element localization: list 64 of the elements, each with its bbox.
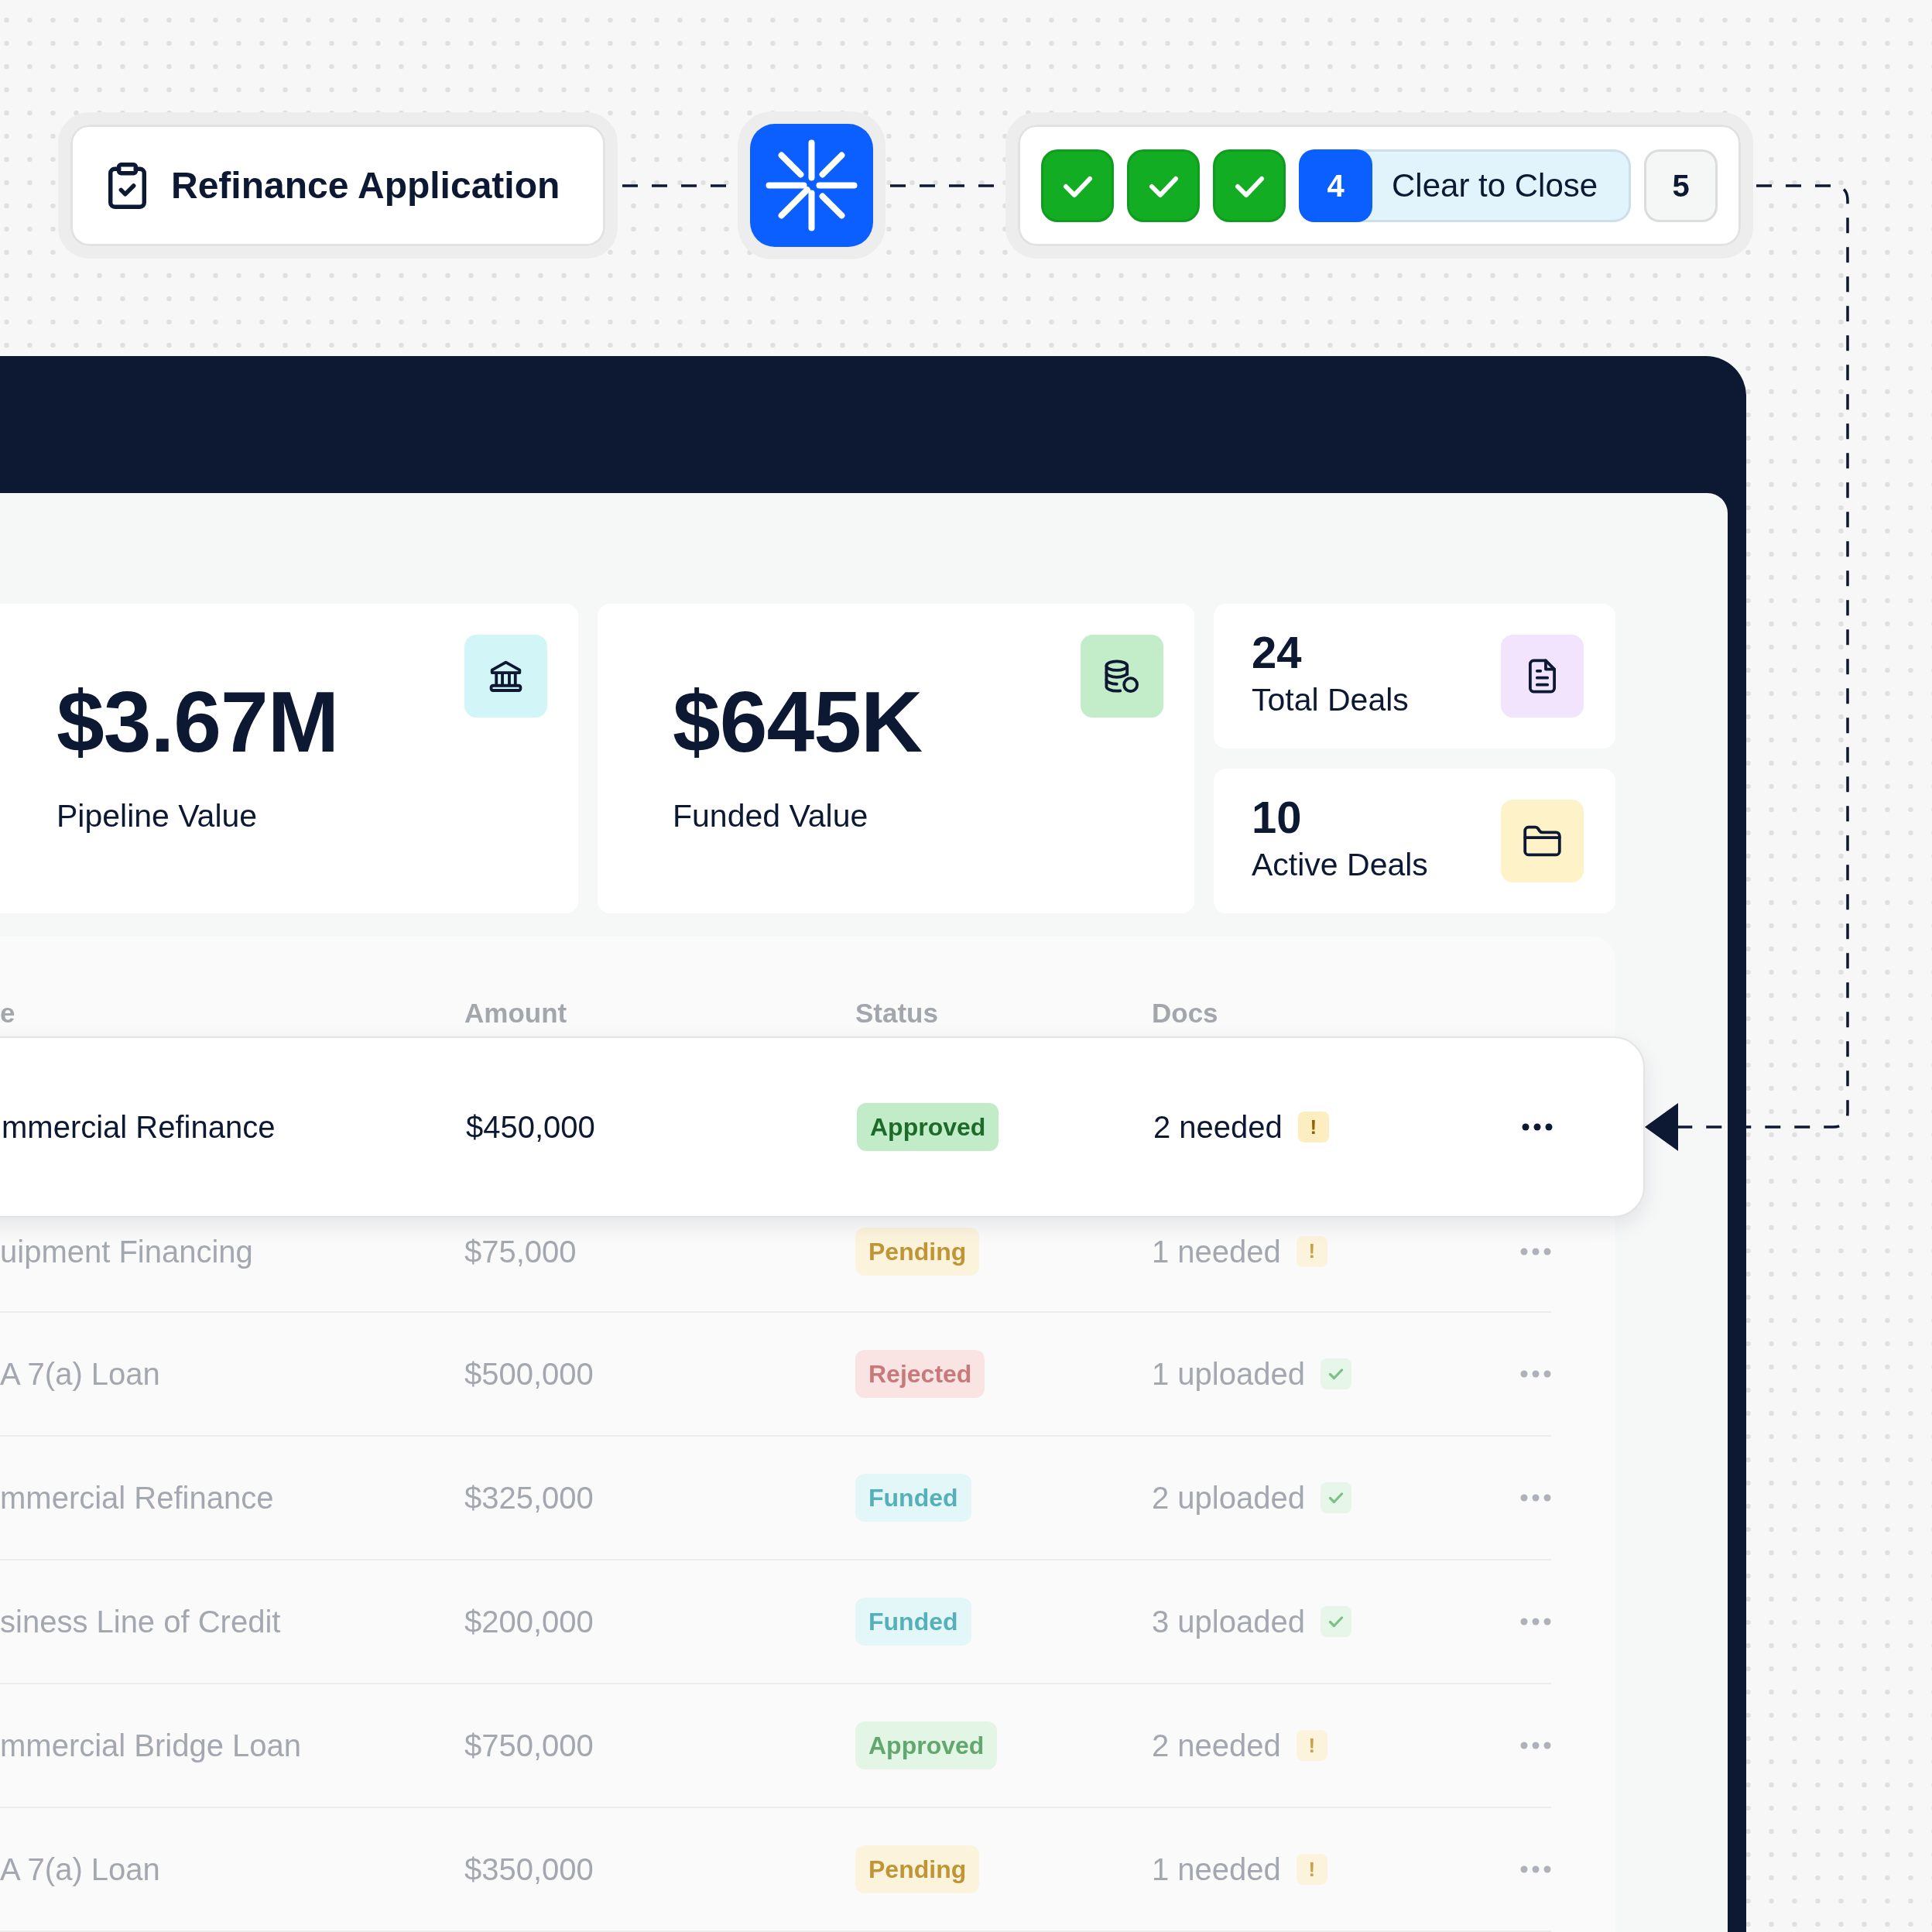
- loan-amount: $500,000: [464, 1356, 594, 1392]
- stat-value: 24: [1252, 630, 1303, 675]
- loan-name: mmercial Refinance: [2, 1109, 276, 1146]
- docs-count: 2 needed: [1152, 1728, 1281, 1764]
- loan-name: uipment Financing: [0, 1233, 253, 1270]
- step-check-icon: [1041, 149, 1114, 222]
- status-badge: Pending: [855, 1845, 980, 1893]
- step-label: Clear to Close: [1391, 166, 1599, 205]
- loan-name: A 7(a) Loan: [0, 1852, 160, 1888]
- table-row[interactable]: mmercial Bridge Loan $750,000 Approved 2 needed !: [0, 1684, 1551, 1808]
- table-row[interactable]: mmercial Refinance $450,000 Approved 2 needed !: [0, 1036, 1645, 1218]
- stat-value: $3.67M: [57, 680, 339, 766]
- column-header: Status: [855, 997, 938, 1029]
- table-row[interactable]: mmercial Refinance $325,000 Funded 2 uploaded: [0, 1437, 1551, 1560]
- stat-value: 10: [1252, 795, 1303, 840]
- warning-badge: !: [1296, 1730, 1327, 1761]
- more-icon[interactable]: [1522, 1123, 1553, 1131]
- stat-label: Pipeline Value: [57, 797, 259, 835]
- status-badge: Approved: [855, 1721, 998, 1769]
- table-row[interactable]: uipment Financing $75,000 Pending 1 needed !: [0, 1218, 1551, 1313]
- loan-amount: $350,000: [464, 1852, 594, 1888]
- table-row[interactable]: siness Line of Credit $200,000 Funded 3 uploaded: [0, 1560, 1551, 1684]
- status-badge: Funded: [855, 1598, 971, 1646]
- docs-count: 2 needed: [1153, 1109, 1283, 1146]
- loan-amount: $750,000: [464, 1728, 594, 1764]
- step-check-icon: [1213, 149, 1286, 222]
- column-header: Amount: [464, 997, 567, 1029]
- docs-count: 1 needed: [1152, 1852, 1281, 1888]
- status-badge: Pending: [855, 1227, 980, 1276]
- clipboard-check-icon: [108, 162, 146, 209]
- burst-logo-icon: [738, 111, 886, 259]
- warning-badge: !: [1296, 1235, 1327, 1267]
- stat-label: Funded Value: [673, 797, 869, 835]
- check-icon: [1320, 1606, 1351, 1637]
- loan-name: mmercial Refinance: [0, 1480, 274, 1516]
- docs-count: 1 needed: [1152, 1233, 1281, 1270]
- loan-name: A 7(a) Loan: [0, 1356, 160, 1392]
- docs-count: 1 uploaded: [1152, 1356, 1305, 1392]
- loan-amount: $75,000: [464, 1233, 577, 1270]
- column-header: Docs: [1152, 997, 1218, 1029]
- stat-label: Active Deals: [1252, 846, 1428, 883]
- table-row[interactable]: A 7(a) Loan $500,000 Rejected 1 uploaded: [0, 1313, 1551, 1437]
- loan-amount: $325,000: [464, 1480, 594, 1516]
- loan-name: mmercial Bridge Loan: [0, 1728, 302, 1764]
- stat-value: $645K: [673, 680, 923, 766]
- step-number: 5: [1644, 149, 1718, 222]
- check-icon: [1320, 1358, 1351, 1389]
- status-badge: Approved: [857, 1103, 999, 1151]
- step-check-icon: [1127, 149, 1200, 222]
- warning-badge: !: [1296, 1854, 1327, 1885]
- step-number: 4: [1299, 149, 1372, 222]
- check-icon: [1320, 1482, 1351, 1513]
- warning-badge: !: [1297, 1112, 1329, 1142]
- status-badge: Funded: [855, 1474, 971, 1522]
- status-badge: Rejected: [855, 1350, 985, 1398]
- card-title: Refinance Application: [171, 166, 560, 204]
- stat-label: Total Deals: [1252, 681, 1409, 718]
- column-header: e: [0, 997, 15, 1029]
- docs-count: 3 uploaded: [1152, 1604, 1305, 1640]
- table-row[interactable]: A 7(a) Loan $350,000 Pending 1 needed !: [0, 1808, 1551, 1932]
- loan-name: siness Line of Credit: [0, 1604, 281, 1640]
- docs-count: 2 uploaded: [1152, 1480, 1305, 1516]
- loan-amount: $450,000: [466, 1109, 595, 1146]
- loan-amount: $200,000: [464, 1604, 594, 1640]
